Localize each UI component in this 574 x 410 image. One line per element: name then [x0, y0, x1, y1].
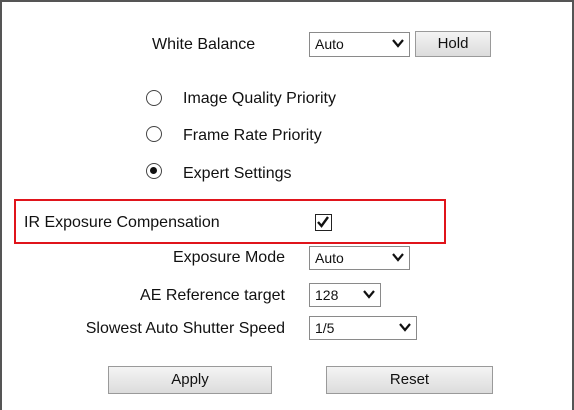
- radio-image-quality-priority[interactable]: [146, 90, 162, 106]
- checkmark-icon: [317, 216, 329, 228]
- radio-expert-settings[interactable]: [146, 163, 162, 179]
- exposure-mode-value: Auto: [315, 250, 344, 266]
- radio-frame-rate-priority[interactable]: [146, 126, 162, 142]
- exposure-mode-label: Exposure Mode: [172, 249, 285, 266]
- slowest-shutter-speed-label: Slowest Auto Shutter Speed: [85, 320, 285, 337]
- frame-rate-priority-label: Frame Rate Priority: [183, 127, 322, 144]
- ae-reference-target-label: AE Reference target: [140, 287, 285, 304]
- slowest-shutter-speed-select[interactable]: 1/5: [309, 316, 417, 340]
- slowest-shutter-speed-value: 1/5: [315, 320, 335, 336]
- ir-exposure-compensation-label: IR Exposure Compensation: [24, 214, 220, 231]
- reset-button[interactable]: Reset: [326, 366, 493, 394]
- image-quality-priority-label: Image Quality Priority: [183, 90, 336, 107]
- white-balance-value: Auto: [315, 36, 344, 52]
- exposure-mode-select[interactable]: Auto: [309, 246, 410, 270]
- ae-reference-target-select[interactable]: 128: [309, 283, 381, 307]
- chevron-down-icon: [392, 253, 404, 262]
- white-balance-label: White Balance: [152, 36, 256, 53]
- hold-button[interactable]: Hold: [415, 31, 491, 57]
- expert-settings-label: Expert Settings: [183, 165, 292, 182]
- ae-reference-target-value: 128: [315, 287, 339, 303]
- white-balance-select[interactable]: Auto: [309, 32, 410, 57]
- radio-selected-dot: [150, 167, 157, 174]
- chevron-down-icon: [363, 290, 375, 299]
- chevron-down-icon: [399, 323, 411, 332]
- ir-exposure-compensation-checkbox[interactable]: [315, 214, 332, 231]
- chevron-down-icon: [392, 39, 404, 48]
- apply-button[interactable]: Apply: [108, 366, 272, 394]
